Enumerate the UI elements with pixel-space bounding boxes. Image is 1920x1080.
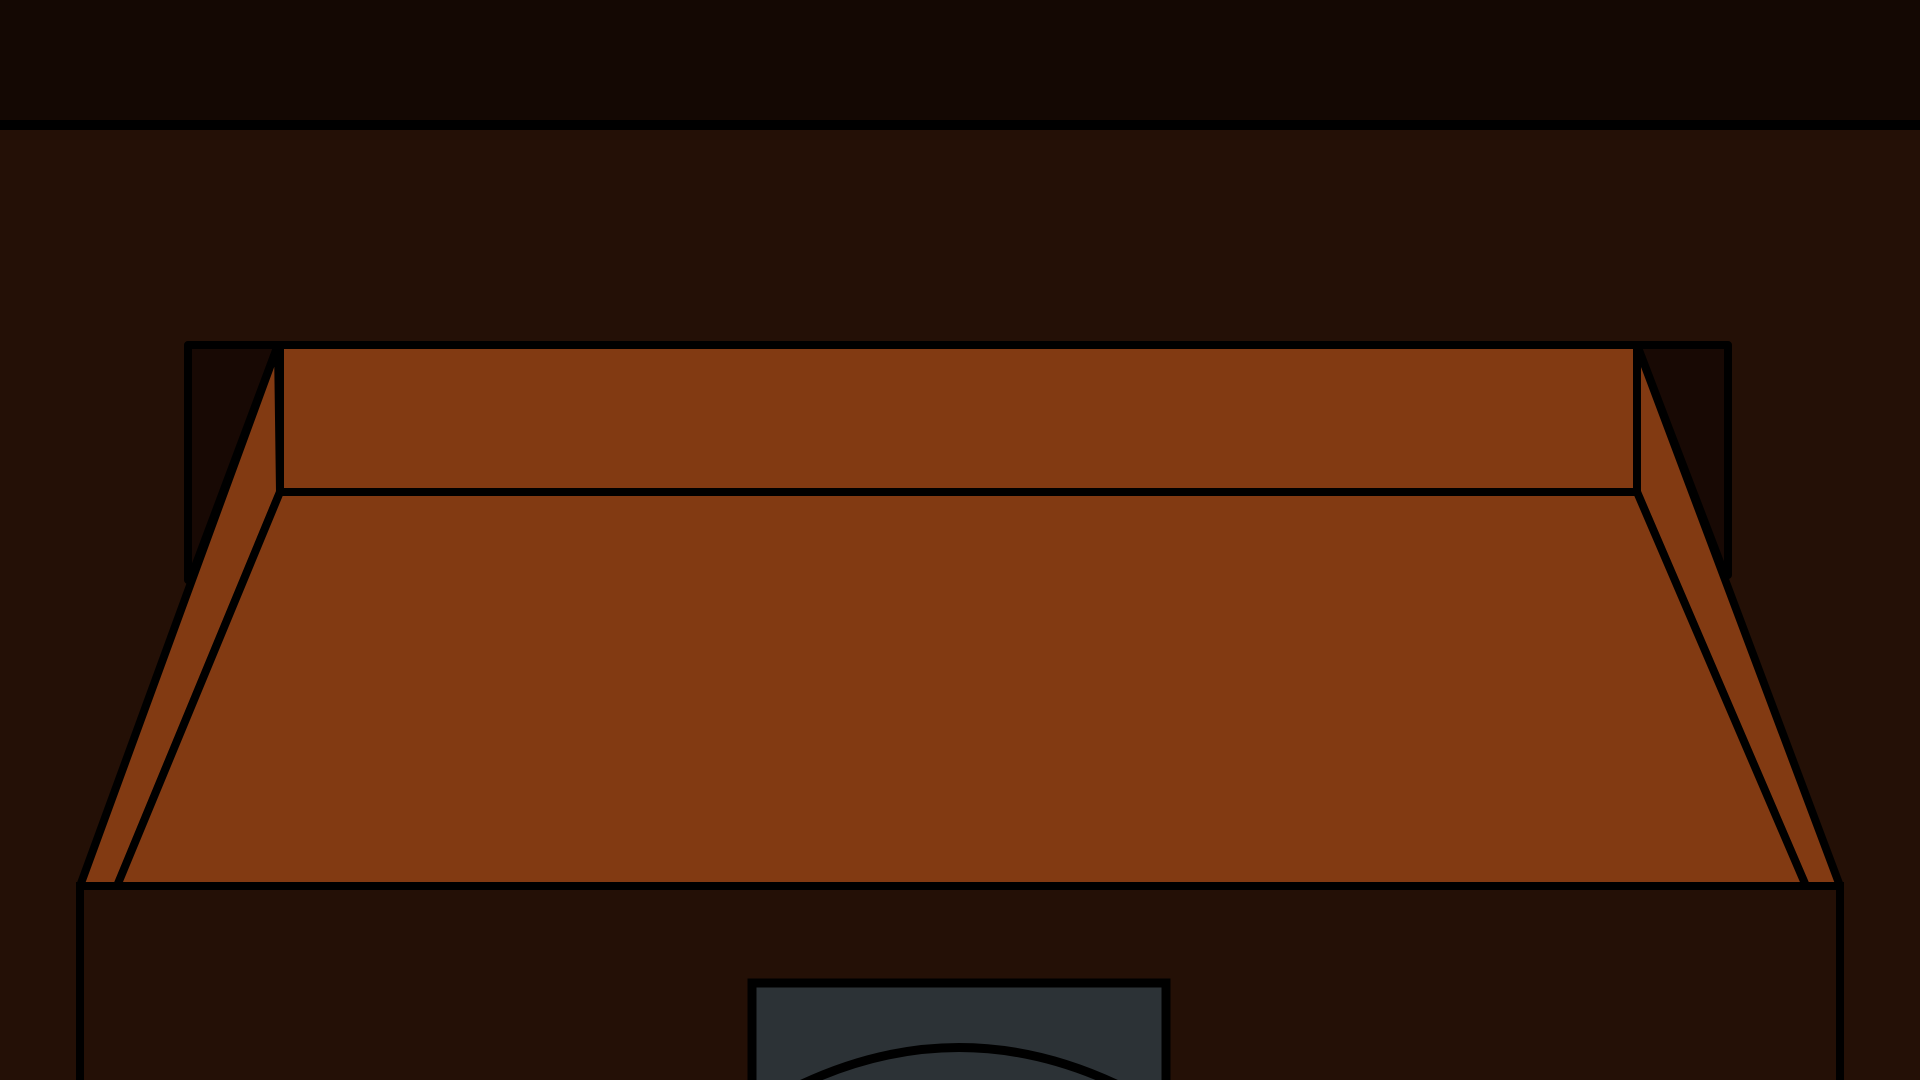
upper-wall <box>0 0 1920 125</box>
game-scene <box>0 0 1920 1080</box>
drawer-back-wall <box>276 341 1641 496</box>
drawer-handle-icon[interactable] <box>747 978 1171 1080</box>
drawer-floor[interactable] <box>113 488 1810 890</box>
